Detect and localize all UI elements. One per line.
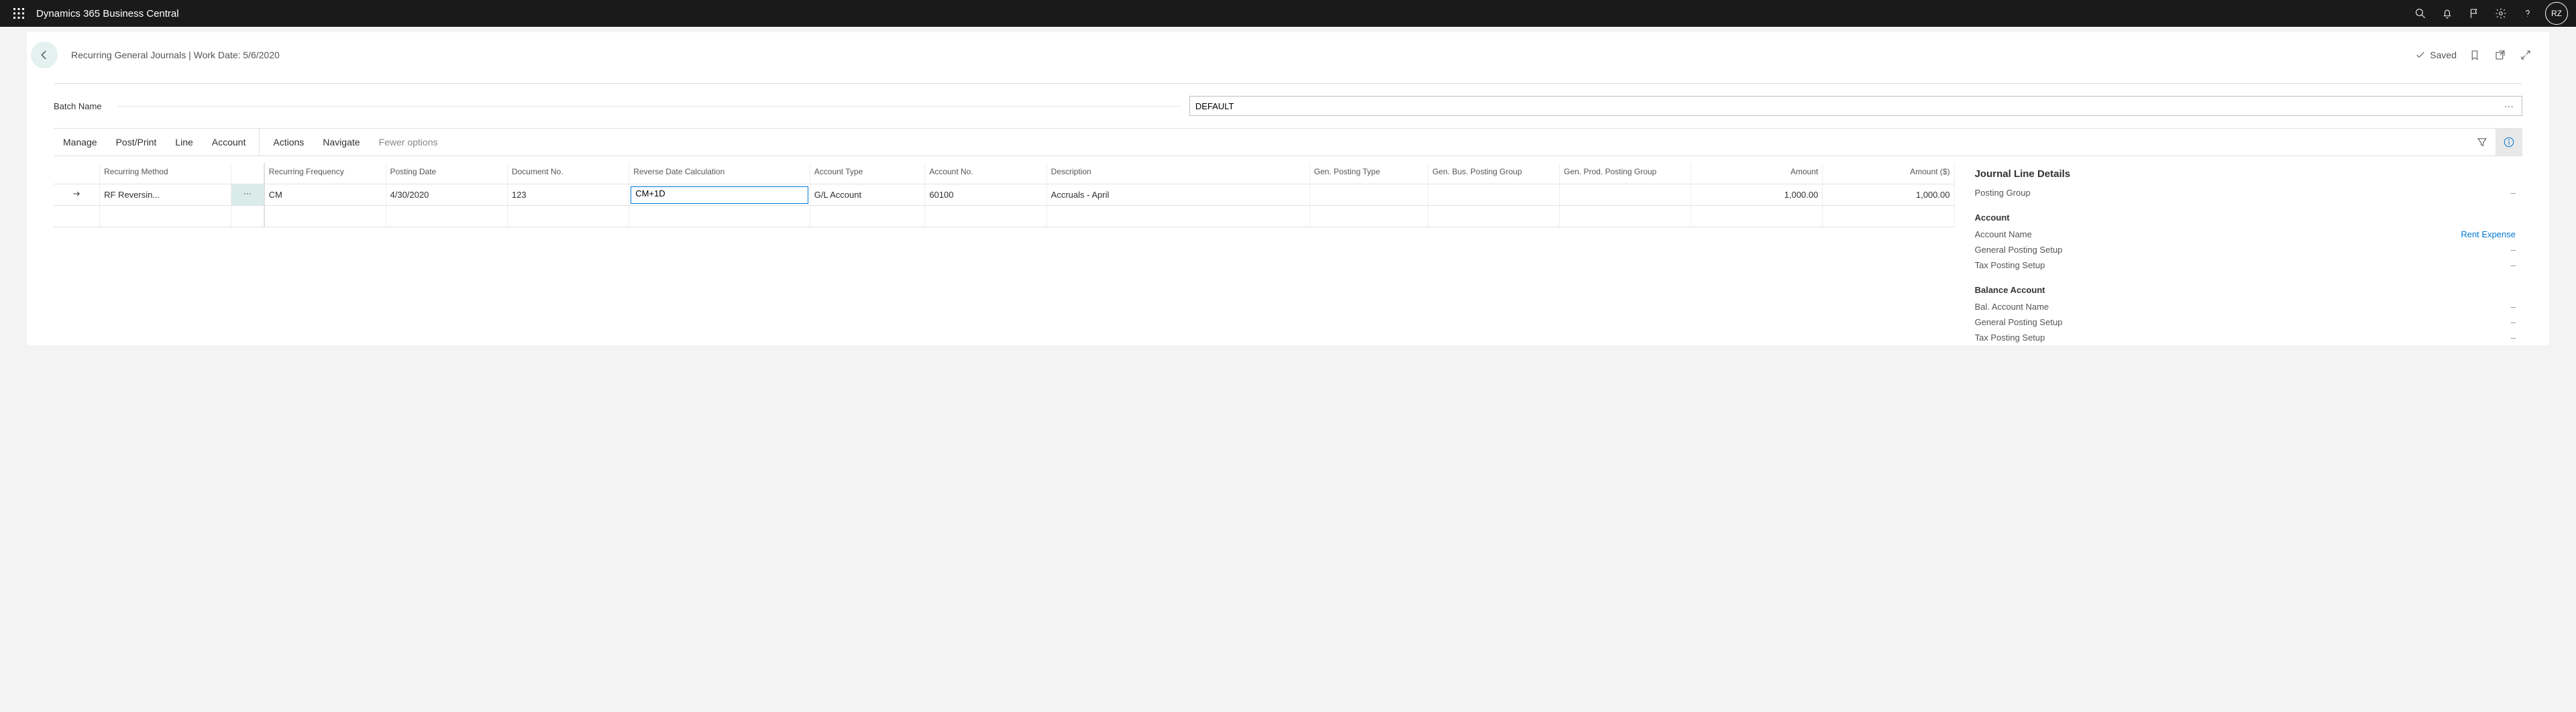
page-title-name: Recurring General Journals <box>71 50 186 60</box>
cell-recurring-method[interactable]: RF Reversin... <box>100 184 231 206</box>
col-recurring-method[interactable]: Recurring Method <box>100 163 231 184</box>
page-header: Recurring General Journals | Work Date: … <box>27 32 2549 68</box>
page-title: Recurring General Journals | Work Date: … <box>71 50 280 60</box>
col-gen-bus-posting-group[interactable]: Gen. Bus. Posting Group <box>1428 163 1560 184</box>
col-account-no[interactable]: Account No. <box>925 163 1046 184</box>
batch-name-input-wrap[interactable]: ··· <box>1189 96 2522 116</box>
cell-gen-posting-type[interactable] <box>1309 184 1428 206</box>
batch-name-row: Batch Name ··· <box>54 84 2522 128</box>
fb-bal-gen-posting-setup[interactable]: General Posting Setup – <box>1975 314 2516 330</box>
cmd-account[interactable]: Account <box>203 129 256 156</box>
col-posting-date[interactable]: Posting Date <box>386 163 507 184</box>
popout-icon[interactable] <box>2493 48 2508 62</box>
batch-name-label: Batch Name <box>54 101 102 111</box>
back-button[interactable] <box>31 42 58 68</box>
top-icons: RZ <box>2407 0 2571 27</box>
factbox-journal-line-details: Journal Line Details Posting Group – Acc… <box>1955 163 2522 345</box>
collapse-icon[interactable] <box>2518 48 2533 62</box>
cmd-fewer-options[interactable]: Fewer options <box>370 129 447 156</box>
help-icon[interactable] <box>2514 0 2541 27</box>
col-account-type[interactable]: Account Type <box>810 163 925 184</box>
journal-grid: Recurring Method Recurring Frequency Pos… <box>54 163 1955 345</box>
table-row-empty[interactable] <box>54 206 1954 227</box>
col-row-menu <box>231 163 264 184</box>
table-row[interactable]: RF Reversin... ⋮ CM 4/30/2020 123 G/L Ac… <box>54 184 1954 206</box>
cell-description[interactable]: Accruals - April <box>1046 184 1309 206</box>
col-description[interactable]: Description <box>1046 163 1309 184</box>
cell-gen-prod-posting-group[interactable] <box>1560 184 1691 206</box>
cmd-manage[interactable]: Manage <box>54 129 107 156</box>
cell-amount-currency[interactable]: 1,000.00 <box>1823 184 1954 206</box>
col-recurring-frequency[interactable]: Recurring Frequency <box>264 163 386 184</box>
col-selector <box>54 163 100 184</box>
settings-gear-icon[interactable] <box>2487 0 2514 27</box>
col-gen-posting-type[interactable]: Gen. Posting Type <box>1309 163 1428 184</box>
cell-posting-date[interactable]: 4/30/2020 <box>386 184 507 206</box>
fb-account-name[interactable]: Account Name Rent Expense <box>1975 227 2516 242</box>
col-reverse-date-calc[interactable]: Reverse Date Calculation <box>629 163 810 184</box>
batch-lookup-icon[interactable]: ··· <box>2502 101 2516 111</box>
fb-gen-posting-setup[interactable]: General Posting Setup – <box>1975 242 2516 257</box>
work-date-text: Work Date: 5/6/2020 <box>194 50 280 60</box>
col-document-no[interactable]: Document No. <box>507 163 629 184</box>
fb-bal-tax-posting-setup[interactable]: Tax Posting Setup – <box>1975 330 2516 345</box>
cell-document-no[interactable]: 123 <box>507 184 629 206</box>
fb-section-account: Account <box>1975 213 2516 223</box>
col-amount-currency[interactable]: Amount ($) <box>1823 163 1954 184</box>
fb-bal-account-name[interactable]: Bal. Account Name – <box>1975 299 2516 314</box>
row-menu-icon[interactable]: ⋮ <box>231 184 264 206</box>
cell-account-no[interactable]: 60100 <box>925 184 1046 206</box>
app-launcher-icon[interactable] <box>5 0 32 27</box>
cmd-actions[interactable]: Actions <box>259 129 313 156</box>
search-icon[interactable] <box>2407 0 2434 27</box>
flag-icon[interactable] <box>2461 0 2487 27</box>
notifications-icon[interactable] <box>2434 0 2461 27</box>
col-gen-prod-posting-group[interactable]: Gen. Prod. Posting Group <box>1560 163 1691 184</box>
factbox-title: Journal Line Details <box>1975 163 2516 185</box>
cell-recurring-frequency[interactable]: CM <box>264 184 386 206</box>
reverse-date-calc-input[interactable] <box>635 188 804 198</box>
cell-account-type[interactable]: G/L Account <box>810 184 925 206</box>
cell-gen-bus-posting-group[interactable] <box>1428 184 1560 206</box>
app-title: Dynamics 365 Business Central <box>36 8 179 19</box>
dotted-leader <box>118 106 1181 107</box>
cmd-post-print[interactable]: Post/Print <box>107 129 166 156</box>
bookmark-icon[interactable] <box>2467 48 2482 62</box>
fb-tax-posting-setup[interactable]: Tax Posting Setup – <box>1975 257 2516 273</box>
saved-indicator: Saved <box>2415 50 2457 60</box>
cmd-line[interactable]: Line <box>166 129 202 156</box>
fb-posting-group[interactable]: Posting Group – <box>1975 185 2516 200</box>
global-topbar: Dynamics 365 Business Central RZ <box>0 0 2576 27</box>
batch-name-input[interactable] <box>1195 101 2502 111</box>
row-selector-icon[interactable] <box>54 184 100 206</box>
fb-section-balance-account: Balance Account <box>1975 285 2516 295</box>
command-bar: Manage Post/Print Line Account Actions N… <box>54 128 2522 156</box>
cmd-navigate[interactable]: Navigate <box>313 129 369 156</box>
user-avatar[interactable]: RZ <box>2545 2 2568 25</box>
col-amount[interactable]: Amount <box>1691 163 1823 184</box>
info-pane-toggle-icon[interactable] <box>2496 129 2522 156</box>
cell-reverse-date-calc[interactable] <box>629 184 810 206</box>
filter-icon[interactable] <box>2469 129 2496 156</box>
cell-amount[interactable]: 1,000.00 <box>1691 184 1823 206</box>
